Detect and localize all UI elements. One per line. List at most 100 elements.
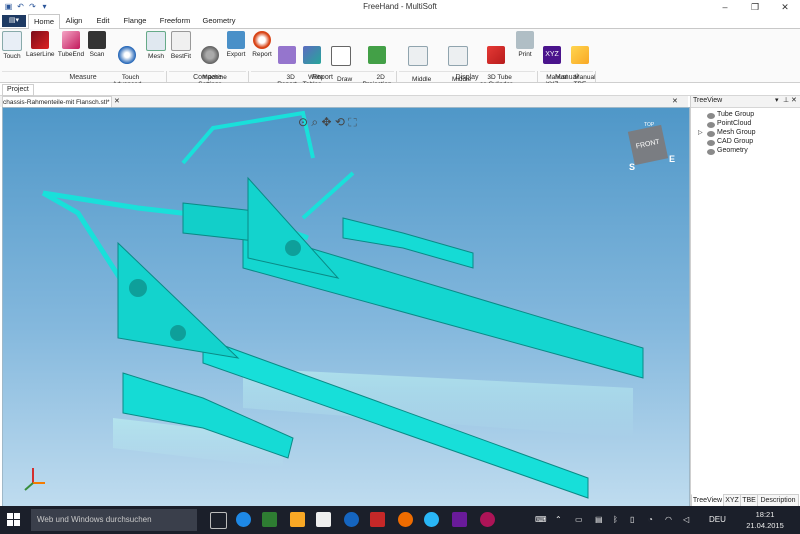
tab-align[interactable]: Align: [62, 14, 86, 28]
wifi-icon[interactable]: ◠: [665, 515, 672, 524]
3d-report-icon: [278, 46, 296, 64]
firefox-icon[interactable]: [398, 512, 413, 527]
clock-date[interactable]: 21.04.2015: [742, 521, 788, 530]
clock-time[interactable]: 18:21: [742, 510, 788, 519]
expand-icon[interactable]: ▷: [698, 129, 703, 136]
3d-viewport[interactable]: ⊙ ⌕ ✥ ⟲ ⛶ FRONT TOP S E: [2, 107, 690, 507]
group-measure: Measure: [0, 71, 167, 82]
close-tab-icon[interactable]: ✕: [114, 96, 120, 107]
title-bar: ▣ ↶ ↷ ▾ FreeHand - MultiSoft – ❐ ✕: [0, 0, 800, 15]
xyz-icon: XYZ: [543, 46, 561, 64]
tubeend-icon: [62, 31, 80, 49]
panel-dropdown-icon[interactable]: ▾: [775, 96, 779, 104]
gusset-hole: [285, 240, 301, 256]
brace-tube: [301, 171, 355, 220]
group-icon: [707, 122, 715, 128]
tab-edit[interactable]: Edit: [92, 14, 114, 28]
skype-icon[interactable]: [424, 512, 439, 527]
file-explorer-icon[interactable]: [290, 512, 305, 527]
document-close-icon[interactable]: ✕: [672, 96, 678, 107]
freehand-app-icon[interactable]: [480, 512, 495, 527]
touch-advanced-icon: [118, 46, 136, 64]
tree-item-tube-group[interactable]: Tube Group: [717, 111, 754, 118]
gusset-hole: [129, 279, 147, 297]
chassis-model: ⊙ ⌕ ✥ ⟲ ⛶: [24, 110, 644, 499]
group-icon: [707, 113, 715, 119]
app-green-icon[interactable]: [262, 512, 277, 527]
tab-flange[interactable]: Flange: [120, 14, 150, 28]
tree-item-mesh-group[interactable]: Mesh Group: [717, 129, 756, 136]
taskbar: Web und Windows durchsuchen ⌨ ⌃ ▭ ▤ ᛒ ▯ …: [0, 506, 800, 534]
visual-studio-icon[interactable]: [452, 512, 467, 527]
app-menu-button[interactable]: ▤▾: [2, 15, 26, 27]
laserline-button[interactable]: LaserLine: [26, 31, 55, 59]
export-button[interactable]: Export: [226, 31, 246, 59]
scan-button[interactable]: Scan: [87, 31, 107, 59]
report-button[interactable]: Report: [251, 31, 273, 59]
keyboard-icon[interactable]: ⌨: [535, 515, 547, 524]
store-icon[interactable]: [316, 512, 331, 527]
group-icon: [707, 140, 715, 146]
project-tab[interactable]: Project: [2, 84, 34, 96]
lock-icon: [571, 46, 589, 64]
group-icon: [707, 131, 715, 137]
maximize-icon[interactable]: ❐: [740, 0, 770, 14]
windows-start-icon[interactable]: [7, 513, 21, 527]
app-red-icon[interactable]: [370, 512, 385, 527]
internet-explorer-icon[interactable]: [344, 512, 359, 527]
treeview-header: TreeView ▾ ⊥ ✕: [691, 96, 800, 108]
axis-y: [24, 482, 34, 491]
compass-east: E: [669, 154, 676, 164]
print-button[interactable]: Print: [515, 31, 535, 59]
group-report: Report: [249, 71, 397, 82]
laserline-icon: [31, 31, 49, 49]
gusset-hole: [170, 325, 186, 341]
volume-icon[interactable]: ◁: [683, 515, 689, 524]
tree-item-geometry[interactable]: Geometry: [717, 147, 748, 154]
tab-freeform[interactable]: Freeform: [157, 14, 193, 28]
treeview-title: TreeView: [693, 97, 723, 104]
tree-item-cad-group[interactable]: CAD Group: [717, 138, 753, 145]
write-tables-icon: [303, 46, 321, 64]
bestfit-icon: [171, 31, 191, 51]
app-globe-icon[interactable]: [236, 512, 251, 527]
group-manual: Manual: [538, 71, 596, 82]
bluetooth-icon[interactable]: ᛒ: [613, 515, 618, 524]
tubeend-button[interactable]: TubeEnd: [57, 31, 85, 59]
pin-icon[interactable]: ⊥: [783, 96, 789, 104]
group-icon: [707, 149, 715, 155]
network-icon[interactable]: ◔: [648, 515, 653, 524]
touch-icon: [2, 31, 22, 51]
tray-expand-icon[interactable]: ⌃: [555, 515, 562, 524]
bestfit-button[interactable]: BestFit: [169, 31, 193, 61]
draw-dimension-icon: [331, 46, 351, 66]
mesh-icon: [146, 31, 166, 51]
panel-close-icon[interactable]: ✕: [791, 96, 797, 104]
zoom-icon[interactable]: ⊙ ⌕ ✥ ⟲ ⛶: [298, 115, 357, 129]
document-tab-row: chassis-Rahmenteile-mit Flansch.stl* ✕ ✕: [0, 96, 688, 109]
view-cube-top-label: TOP: [644, 122, 655, 128]
task-view-icon[interactable]: [210, 512, 227, 529]
tab-home[interactable]: Home: [28, 14, 60, 30]
ribbon: Touch LaserLine TubeEnd Scan Touch Advan…: [0, 29, 800, 90]
app-tray-icon[interactable]: ▭: [575, 515, 583, 524]
2d-projection-icon: [368, 46, 386, 64]
tab-geometry[interactable]: Geometry: [200, 14, 238, 28]
treeview-panel: TreeView ▾ ⊥ ✕ Tube Group PointCloud ▷ M…: [690, 96, 800, 507]
mesh-button[interactable]: Mesh: [146, 31, 166, 61]
taskbar-search-input[interactable]: Web und Windows durchsuchen: [31, 509, 197, 531]
battery-icon[interactable]: ▯: [630, 515, 634, 524]
scan-icon: [88, 31, 106, 49]
middle-line-xyz-icon: [448, 46, 468, 66]
close-icon[interactable]: ✕: [770, 0, 800, 14]
view-cube[interactable]: FRONT: [627, 124, 669, 166]
ribbon-tab-row: ▤▾ Home Align Edit Flange Freeform Geome…: [0, 14, 800, 30]
upper-tube: [181, 110, 315, 165]
minimize-icon[interactable]: –: [710, 0, 740, 14]
language-indicator[interactable]: DEU: [709, 515, 726, 524]
touch-button[interactable]: Touch: [1, 31, 23, 61]
notification-icon[interactable]: ▤: [595, 515, 603, 524]
tree-item-pointcloud[interactable]: PointCloud: [717, 120, 751, 127]
gear-icon: [201, 46, 219, 64]
cylinder-icon: [487, 46, 505, 64]
